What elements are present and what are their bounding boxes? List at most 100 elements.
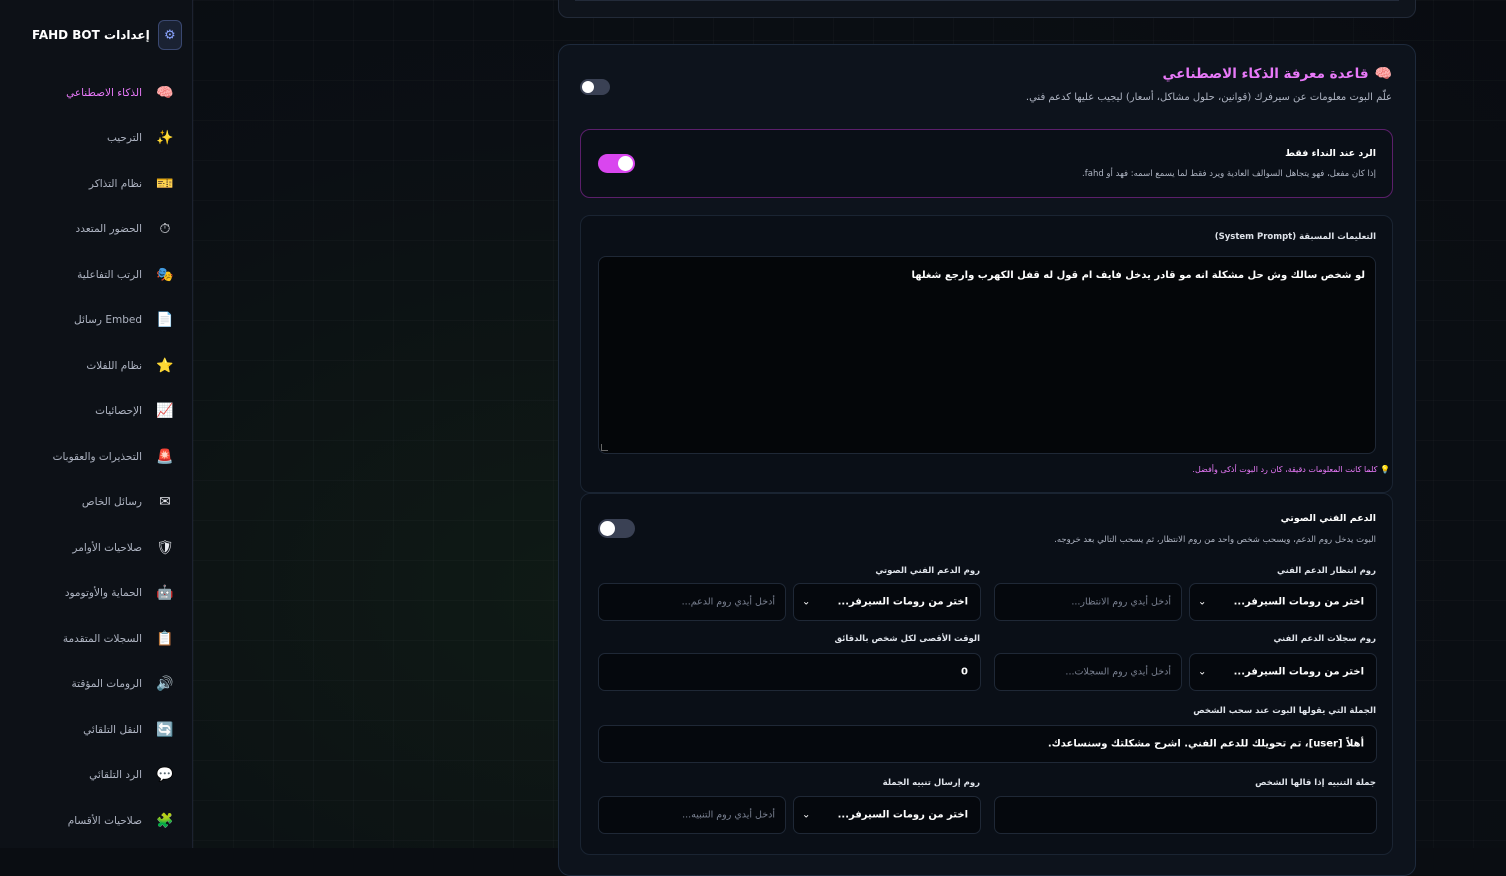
sidebar-item-label: رسائل Embed bbox=[74, 314, 142, 327]
sidebar-item[interactable]: ⭐ نظام اللفلات bbox=[0, 343, 192, 389]
sidebar-item[interactable]: ✨ الترحيب bbox=[0, 116, 192, 162]
sidebar-item-label: صلاحيات الأوامر bbox=[72, 541, 142, 554]
voice-support-desc: البوت يدخل روم الدعم، ويسحب شخص واحد من … bbox=[1054, 535, 1376, 545]
alert-room-select[interactable]: اختر من رومات السيرفر... ⌄ bbox=[793, 796, 981, 834]
chevron-down-icon: ⌄ bbox=[802, 809, 811, 821]
ai-section-title: قاعدة معرفة الذكاء الاصطناعي bbox=[1162, 66, 1369, 82]
stopwatch-icon: ⏱ bbox=[159, 221, 171, 238]
sidebar-item-label: الرتب التفاعلية bbox=[77, 268, 142, 281]
pull-message-value: أهلاً [user]، تم تحويلك للدعم الفني. اشر… bbox=[1047, 738, 1364, 750]
sidebar-item[interactable]: 📄 رسائل Embed bbox=[0, 298, 192, 344]
call-only-toggle[interactable] bbox=[598, 154, 635, 173]
logs-room-label: روم سجلات الدعم الفني bbox=[1273, 634, 1376, 644]
sidebar-item[interactable]: 📈 الإحصائيات bbox=[0, 389, 192, 435]
system-prompt-textarea[interactable]: لو شخص سالك وش حل مشكلة انه مو قادر يدخل… bbox=[598, 256, 1376, 454]
alert-room-id-placeholder: أدخل أيدي روم التنبيه... bbox=[682, 809, 775, 821]
sidebar-item[interactable]: 🔊 الرومات المؤقتة bbox=[0, 662, 192, 708]
sidebar-item[interactable]: 🧠 الذكاء الاصطناعي bbox=[0, 70, 192, 116]
sidebar-item-label: الحضور المتعدد bbox=[75, 223, 142, 236]
sidebar-nav: 🧠 الذكاء الاصطناعي ✨ الترحيب 🎫 نظام التذاكر ⏱ ا… bbox=[0, 70, 192, 844]
alert-room-label: روم إرسال تنبيه الجملة bbox=[882, 778, 980, 788]
voice-support-toggle[interactable] bbox=[598, 519, 635, 538]
brand-title: FAHD BOT إعدادات bbox=[32, 28, 150, 42]
alert-phrase-input[interactable] bbox=[994, 796, 1377, 834]
brand-settings-label: إعدادات bbox=[104, 28, 150, 42]
chevron-down-icon: ⌄ bbox=[1198, 596, 1207, 608]
alert-phrase-label: جملة التنبيه إذا قالها الشخص bbox=[1255, 778, 1376, 788]
clipboard-icon: 📋 bbox=[156, 630, 174, 647]
sidebar-item[interactable]: 💬 الرد التلقائي bbox=[0, 753, 192, 799]
logs-room-id-placeholder: أدخل أيدي روم السجلات... bbox=[1065, 666, 1171, 678]
sidebar-item-label: السجلات المتقدمة bbox=[62, 632, 142, 645]
chevron-down-icon: ⌄ bbox=[802, 596, 811, 608]
waiting-room-select-value: اختر من رومات السيرفر... bbox=[1233, 596, 1364, 608]
alert-room-id-input[interactable]: أدخل أيدي روم التنبيه... bbox=[598, 796, 786, 834]
sidebar-item[interactable]: ✉ رسائل الخاص bbox=[0, 480, 192, 526]
pull-message-label: الجملة التي يقولها البوت عند سحب الشخص bbox=[1193, 706, 1376, 716]
sidebar-item[interactable]: 📋 السجلات المتقدمة bbox=[0, 616, 192, 662]
waiting-room-select[interactable]: اختر من رومات السيرفر... ⌄ bbox=[1189, 583, 1377, 621]
support-room-select[interactable]: اختر من رومات السيرفر... ⌄ bbox=[793, 583, 981, 621]
document-icon: 📄 bbox=[156, 312, 174, 329]
sidebar-item-label: رسائل الخاص bbox=[81, 496, 142, 509]
pull-message-input[interactable]: أهلاً [user]، تم تحويلك للدعم الفني. اشر… bbox=[598, 725, 1377, 763]
sidebar-item-label: الترحيب bbox=[106, 132, 142, 145]
support-room-id-input[interactable]: أدخل أيدي روم الدعم... bbox=[598, 583, 786, 621]
call-only-desc: إذا كان مفعل، فهو يتجاهل السوالف العادية… bbox=[1082, 169, 1376, 179]
support-room-label: روم الدعم الفني الصوتي bbox=[875, 566, 980, 576]
sidebar-item-label: الذكاء الاصطناعي bbox=[66, 86, 142, 99]
sidebar-item[interactable]: 🔄 النقل التلقائي bbox=[0, 707, 192, 753]
logs-room-select[interactable]: اختر من رومات السيرفر... ⌄ bbox=[1189, 653, 1377, 691]
sidebar-item[interactable]: ⏱ الحضور المتعدد bbox=[0, 207, 192, 253]
voice-support-title: الدعم الفني الصوتي bbox=[1280, 513, 1376, 524]
shield-icon: 🛡 bbox=[156, 539, 174, 556]
previous-section-card bbox=[558, 0, 1416, 18]
ai-section-header: 🧠 قاعدة معرفة الذكاء الاصطناعي bbox=[1163, 66, 1393, 82]
sidebar-item-label: نظام اللفلات bbox=[86, 359, 142, 372]
sparkles-icon: ✨ bbox=[156, 130, 174, 147]
max-time-label: الوقت الأقصى لكل شخص بالدقائق bbox=[834, 634, 980, 644]
siren-icon: 🚨 bbox=[156, 448, 174, 465]
brand-name: FAHD BOT bbox=[32, 28, 100, 42]
ticket-icon: 🎫 bbox=[156, 175, 174, 192]
star-icon: ⭐ bbox=[156, 357, 174, 374]
max-time-value: 0 bbox=[961, 666, 968, 678]
waiting-room-label: روم انتظار الدعم الفني bbox=[1276, 566, 1376, 576]
sidebar-item-label: النقل التلقائي bbox=[83, 723, 142, 736]
sidebar-item-label: نظام التذاكر bbox=[88, 177, 142, 190]
ai-section-subtitle: علّم البوت معلومات عن سيرفرك (قوانين، حل… bbox=[1025, 92, 1392, 103]
sidebar: ⚙ FAHD BOT إعدادات 🧠 الذكاء الاصطناعي ✨ الت… bbox=[0, 0, 193, 848]
support-room-id-placeholder: أدخل أيدي روم الدعم... bbox=[681, 596, 775, 608]
speech-bubble-icon: 💬 bbox=[156, 767, 174, 784]
sidebar-item[interactable]: 🧩 صلاحيات الأقسام bbox=[0, 798, 192, 844]
support-room-select-value: اختر من رومات السيرفر... bbox=[837, 596, 968, 608]
sidebar-item[interactable]: 🤖 الحماية والأوتومود bbox=[0, 571, 192, 617]
envelope-icon: ✉ bbox=[159, 494, 171, 511]
sidebar-item-label: صلاحيات الأقسام bbox=[67, 814, 142, 827]
max-time-input[interactable]: 0 bbox=[598, 653, 981, 691]
chevron-down-icon: ⌄ bbox=[1198, 666, 1207, 678]
brain-icon: 🧠 bbox=[156, 84, 174, 101]
masks-icon: 🎭 bbox=[156, 266, 174, 283]
refresh-icon: 🔄 bbox=[156, 721, 174, 738]
sidebar-item-label: الحماية والأوتومود bbox=[64, 587, 142, 600]
alert-room-select-value: اختر من رومات السيرفر... bbox=[837, 809, 968, 821]
brand: ⚙ FAHD BOT إعدادات bbox=[32, 20, 182, 50]
sidebar-item[interactable]: 🚨 التحذيرات والعقوبات bbox=[0, 434, 192, 480]
brain-icon: 🧠 bbox=[1374, 66, 1392, 82]
waiting-room-id-input[interactable]: أدخل أيدي روم الانتظار... bbox=[994, 583, 1182, 621]
sidebar-item[interactable]: 🎭 الرتب التفاعلية bbox=[0, 252, 192, 298]
sidebar-item-label: الرومات المؤقتة bbox=[71, 678, 142, 691]
logs-room-select-value: اختر من رومات السيرفر... bbox=[1233, 666, 1364, 678]
call-only-title: الرد عند النداء فقط bbox=[1285, 148, 1376, 159]
logs-room-id-input[interactable]: أدخل أيدي روم السجلات... bbox=[994, 653, 1182, 691]
resize-handle-icon[interactable] bbox=[601, 444, 608, 451]
system-prompt-hint: 💡 كلما كانت المعلومات دقيقة، كان رد البو… bbox=[1192, 465, 1390, 474]
chart-icon: 📈 bbox=[156, 403, 174, 420]
puzzle-icon: 🧩 bbox=[156, 812, 174, 829]
sidebar-item[interactable]: 🛡 صلاحيات الأوامر bbox=[0, 525, 192, 571]
sidebar-item[interactable]: 🎫 نظام التذاكر bbox=[0, 161, 192, 207]
ai-enable-toggle[interactable] bbox=[580, 79, 610, 95]
call-only-card bbox=[580, 129, 1393, 198]
sidebar-item-label: الرد التلقائي bbox=[89, 769, 142, 782]
